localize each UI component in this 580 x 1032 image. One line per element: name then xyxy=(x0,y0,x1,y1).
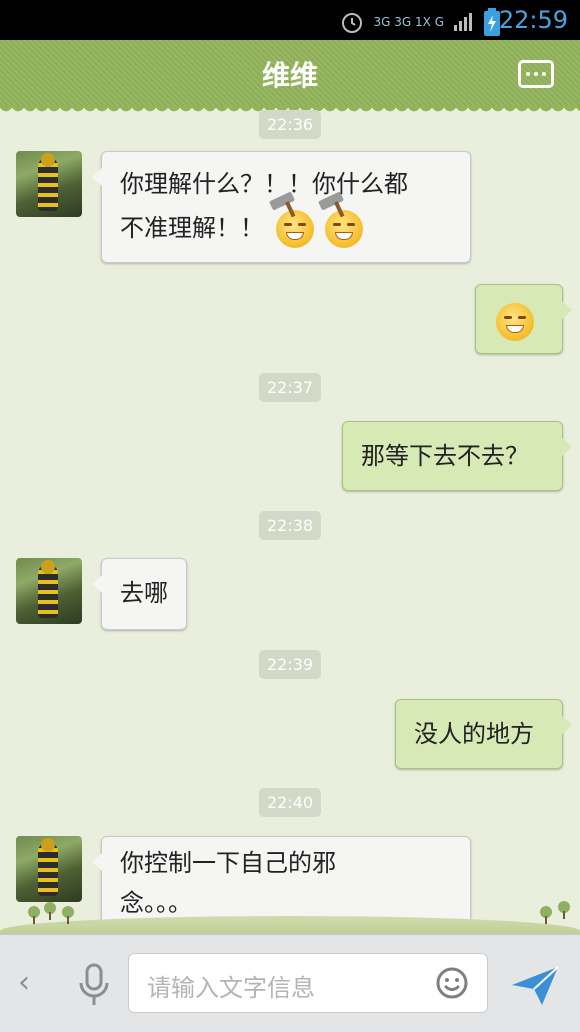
tree-decoration xyxy=(62,906,74,924)
signal-icon xyxy=(454,13,472,31)
send-icon[interactable] xyxy=(510,963,560,1007)
chat-area[interactable]: 22:36 你理解什么？！！你什么都 不准理解！！ 22:37 那等下去不去？ … xyxy=(0,108,580,934)
message-input-placeholder: 请输入文字信息 xyxy=(147,974,315,1002)
battery-charging-icon xyxy=(484,8,500,36)
contact-avatar[interactable] xyxy=(16,151,82,217)
timestamp: 22:37 xyxy=(258,373,322,402)
smiley-icon[interactable] xyxy=(435,966,469,1000)
contact-avatar[interactable] xyxy=(16,836,82,902)
more-options-button[interactable] xyxy=(518,60,554,88)
dot-icon xyxy=(542,72,546,76)
contact-avatar[interactable] xyxy=(16,558,82,624)
microphone-icon[interactable] xyxy=(76,963,112,1007)
message-text-line2: 不准理解！！ xyxy=(120,191,452,250)
incoming-message[interactable]: 去哪 xyxy=(92,558,187,630)
outgoing-message[interactable] xyxy=(475,284,572,354)
alarm-icon xyxy=(341,13,362,33)
chevron-left-icon[interactable]: ‹ xyxy=(18,965,30,1000)
chat-header: 维维 xyxy=(0,40,580,114)
tree-decoration xyxy=(44,902,56,920)
timestamp: 22:36 xyxy=(258,110,322,139)
network-label: 3G 3G 1X G xyxy=(373,15,444,29)
message-text: 没人的地方 xyxy=(414,720,534,748)
tree-decoration xyxy=(540,906,552,924)
message-text: 不准理解！！ xyxy=(120,214,264,242)
outgoing-message[interactable]: 没人的地方 xyxy=(395,699,572,769)
status-icons: 3G 3G 1X G xyxy=(340,8,500,36)
timestamp: 22:39 xyxy=(258,650,322,679)
outgoing-message[interactable]: 那等下去不去？ xyxy=(342,421,572,491)
message-text: 你控制一下自己的邪 xyxy=(120,849,336,877)
status-time: 22:59 xyxy=(498,6,568,34)
message-text: 那等下去不去？ xyxy=(361,442,529,470)
message-text: 去哪 xyxy=(120,579,168,607)
tree-decoration xyxy=(558,901,570,919)
tree-decoration xyxy=(28,906,40,924)
incoming-message[interactable]: 你理解什么？！！你什么都 不准理解！！ xyxy=(92,151,471,263)
timestamp: 22:38 xyxy=(258,511,322,540)
contact-name: 维维 xyxy=(261,59,318,92)
status-bar: 3G 3G 1X G 22:59 xyxy=(0,0,580,40)
hammer-angry-emoji-icon xyxy=(268,191,314,248)
message-input[interactable]: 请输入文字信息 xyxy=(128,953,488,1013)
input-bar: ‹ 请输入文字信息 xyxy=(0,934,580,1032)
dot-icon xyxy=(526,72,530,76)
dot-icon xyxy=(534,72,538,76)
hammer-angry-emoji-icon xyxy=(318,191,364,248)
grinning-emoji-icon xyxy=(496,303,534,341)
timestamp: 22:40 xyxy=(258,788,322,817)
